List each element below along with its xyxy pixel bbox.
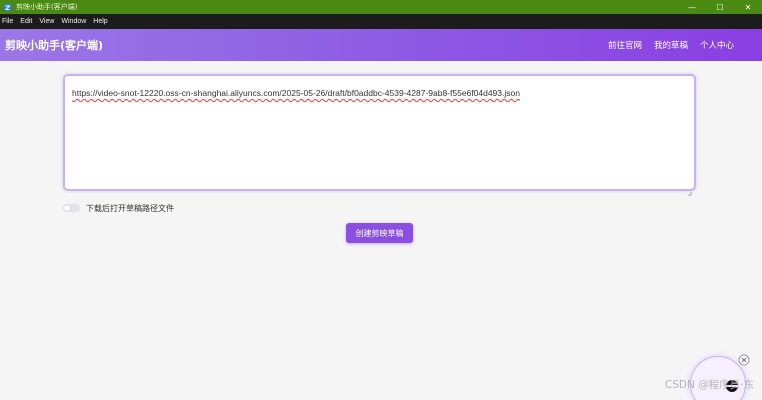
brand-title: 剪映小助手(客户端) bbox=[5, 39, 104, 52]
close-circle-icon[interactable] bbox=[738, 354, 750, 366]
os-titlebar[interactable]: 剪映小助手(客户端) — ☐ ✕ bbox=[0, 0, 762, 14]
window-controls: — ☐ ✕ bbox=[678, 0, 762, 14]
nav-profile[interactable]: 个人中心 bbox=[700, 39, 734, 51]
csdn-watermark: CSDN @程序员·东 bbox=[664, 379, 754, 391]
close-button[interactable]: ✕ bbox=[734, 0, 762, 14]
app-logo-icon bbox=[3, 3, 12, 12]
resize-handle-icon[interactable] bbox=[687, 182, 693, 197]
create-draft-button[interactable]: 创建剪映草稿 bbox=[346, 223, 413, 243]
menu-edit[interactable]: Edit bbox=[20, 18, 32, 25]
app-window: 剪映小助手(客户端) — ☐ ✕ File Edit View Window H… bbox=[0, 0, 762, 400]
window-title: 剪映小助手(客户端) bbox=[16, 3, 78, 11]
menu-bar: File Edit View Window Help bbox=[0, 14, 762, 29]
draft-url-textarea[interactable]: https://video-snot-12220.oss-cn-shanghai… bbox=[63, 74, 696, 197]
maximize-button[interactable]: ☐ bbox=[706, 0, 734, 14]
open-path-toggle[interactable] bbox=[63, 204, 80, 212]
header-nav: 前往官网 我的草稿 个人中心 bbox=[596, 29, 734, 61]
toggle-knob bbox=[64, 205, 70, 211]
open-path-toggle-row: 下载后打开草稿路径文件 bbox=[63, 202, 174, 214]
menu-window[interactable]: Window bbox=[61, 18, 86, 25]
minimize-button[interactable]: — bbox=[678, 0, 706, 14]
nav-my-drafts[interactable]: 我的草稿 bbox=[654, 39, 688, 51]
menu-view[interactable]: View bbox=[39, 18, 54, 25]
draft-url-value: https://video-snot-12220.oss-cn-shanghai… bbox=[72, 88, 520, 98]
menu-help[interactable]: Help bbox=[93, 18, 107, 25]
menu-file[interactable]: File bbox=[2, 18, 13, 25]
nav-official-site[interactable]: 前往官网 bbox=[608, 39, 642, 51]
open-path-toggle-label: 下载后打开草稿路径文件 bbox=[86, 203, 174, 213]
app-header: 剪映小助手(客户端) 前往官网 我的草稿 个人中心 bbox=[0, 29, 762, 61]
